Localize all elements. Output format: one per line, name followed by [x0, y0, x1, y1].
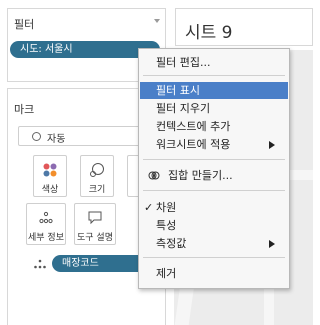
color-icon	[43, 163, 57, 177]
tooltip-icon	[88, 211, 102, 225]
menu-item-clear-filter[interactable]: 필터 지우기	[140, 100, 288, 117]
menu-item-label: 집합 만들기...	[168, 169, 233, 182]
menu-separator	[143, 159, 285, 160]
menu-item-attribute[interactable]: 특성	[140, 217, 288, 234]
menu-item-dimension[interactable]: ✓ 차원	[140, 199, 288, 216]
tooltip-button-label: 도구 설명	[77, 233, 113, 243]
menu-item-label: 제거	[156, 267, 177, 280]
filters-card-menu-icon[interactable]	[154, 19, 160, 23]
menu-separator	[143, 75, 285, 76]
sheet-title: 시트 9	[185, 23, 233, 43]
detail-button-label: 세부 정보	[28, 233, 64, 243]
menu-item-label: 특성	[156, 219, 177, 232]
menu-item-label: 필터 편집...	[156, 56, 211, 69]
tooltip-button[interactable]: 도구 설명	[74, 203, 116, 245]
menu-item-show-filter[interactable]: 필터 표시	[140, 82, 288, 99]
submenu-arrow-icon	[269, 141, 275, 149]
size-icon	[90, 163, 104, 177]
set-icon	[148, 171, 160, 180]
check-icon: ✓	[144, 201, 154, 214]
menu-separator	[143, 190, 285, 191]
sheet-title-box: 시트 9	[175, 8, 313, 46]
color-button-label: 색상	[41, 185, 59, 195]
color-button[interactable]: 색상	[33, 155, 67, 197]
detail-button[interactable]: 세부 정보	[26, 203, 66, 245]
menu-item-label: 필터 표시	[156, 84, 200, 97]
mark-type-label: 자동	[47, 134, 66, 145]
menu-separator	[143, 257, 285, 258]
submenu-arrow-icon	[269, 240, 275, 248]
menu-item-remove[interactable]: 제거	[140, 265, 288, 282]
mark-type-circle-icon	[32, 132, 41, 141]
menu-item-add-to-context[interactable]: 컨텍스트에 추가	[140, 118, 288, 135]
size-button-label: 크기	[88, 185, 106, 195]
size-button[interactable]: 크기	[80, 155, 114, 197]
menu-item-create-set[interactable]: 집합 만들기...	[140, 167, 288, 184]
menu-item-label: 워크시트에 적용	[156, 138, 231, 151]
menu-item-label: 측정값	[156, 237, 187, 250]
menu-item-label: 필터 지우기	[156, 102, 211, 115]
context-menu: 필터 편집... 필터 표시 필터 지우기 컨텍스트에 추가 워크시트에 적용 …	[138, 48, 290, 289]
menu-item-measure[interactable]: 측정값	[140, 235, 288, 252]
menu-item-label: 차원	[156, 201, 177, 214]
filters-card-title: 필터	[14, 18, 35, 31]
detail-field-icon	[34, 259, 46, 269]
menu-item-label: 컨텍스트에 추가	[156, 120, 231, 133]
marks-card-title: 마크	[14, 103, 35, 116]
menu-item-edit-filter[interactable]: 필터 편집...	[140, 54, 288, 71]
detail-icon	[39, 211, 53, 224]
menu-item-apply-to-worksheets[interactable]: 워크시트에 적용	[140, 136, 288, 153]
